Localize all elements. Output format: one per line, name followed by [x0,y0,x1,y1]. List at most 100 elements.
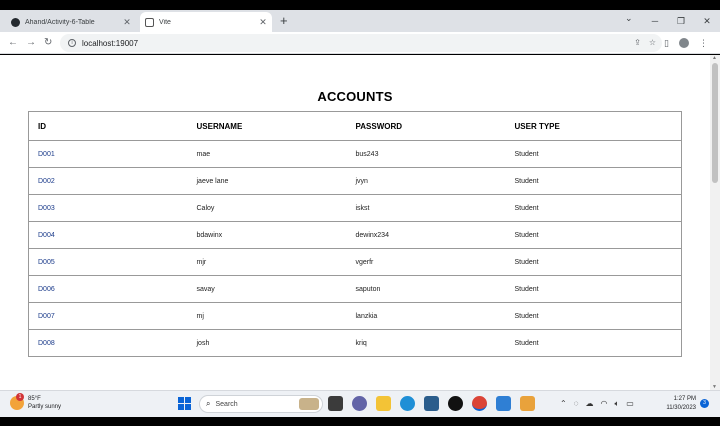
cell-user-type: Student [505,167,682,195]
minimize-icon[interactable]: ─ [642,12,668,30]
column-header-password: PASSWORD [346,111,506,141]
screen: Ahand/Activity-6-Table ✕ Vite ✕ + ⌄ ─ ❐ … [0,0,720,426]
cell-password: saputon [346,275,506,303]
tab-title: Ahand/Activity-6-Table [25,18,95,26]
tab-title: Vite [159,18,171,26]
cell-username: josh [187,329,347,357]
search-placeholder: Search [215,400,238,408]
vscode-icon[interactable] [496,396,511,411]
scroll-thumb[interactable] [712,63,718,183]
cell-id: D002 [28,167,188,195]
cell-user-type: Student [505,194,682,222]
cell-id: D005 [28,248,188,276]
search-highlight-image [299,398,319,410]
cloud-icon[interactable]: ☁ [585,398,593,410]
cell-id: D006 [28,275,188,303]
sidebar-icon[interactable]: ▯ [664,36,669,50]
taskbar-apps [328,396,535,411]
cell-user-type: Student [505,329,682,357]
profile-icon[interactable] [678,38,689,48]
cell-password: kriq [346,329,506,357]
column-header-id: ID [28,111,188,141]
edge-icon[interactable] [400,396,415,411]
close-window-icon[interactable]: ✕ [694,12,720,30]
store-icon[interactable] [424,396,439,411]
file-explorer-icon[interactable] [376,396,391,411]
system-tray: ⌃ ◌ ☁ ◠ 🔈︎ ▭ [560,398,634,410]
tab-vite[interactable]: Vite ✕ [140,12,272,32]
back-icon[interactable]: ← [8,36,18,50]
cell-username: jaeve lane [187,167,347,195]
chevron-down-icon[interactable]: ⌄ [625,13,633,24]
close-icon[interactable]: ✕ [122,17,132,28]
cell-username: mjr [187,248,347,276]
menu-icon[interactable]: ⋮ [699,36,708,50]
clock-time: 1:27 PM [673,396,696,402]
cell-password: bus243 [346,140,506,168]
cell-id: D007 [28,302,188,330]
weather-icon: 1 [10,393,24,410]
star-icon[interactable]: ☆ [649,36,656,50]
tab-strip: Ahand/Activity-6-Table ✕ Vite ✕ + ⌄ ─ ❐ … [0,10,720,32]
wifi-icon[interactable]: ◠ [600,398,607,410]
cell-username: bdawinx [187,221,347,249]
battery-icon[interactable]: ▭ [626,398,634,410]
cell-user-type: Student [505,302,682,330]
url-text: localhost:19007 [82,38,139,48]
table-row: D006 savay saputon Student [28,275,682,303]
page-viewport: ACCOUNTS ID USERNAME PASSWORD USER TYPE … [0,55,720,390]
tiktok-icon[interactable] [448,396,463,411]
cell-user-type: Student [505,248,682,276]
notification-badge[interactable]: 3 [700,399,709,408]
sync-icon[interactable]: ◌ [574,398,579,410]
cell-password: iskst [346,194,506,222]
column-header-user-type: USER TYPE [505,111,682,141]
volume-icon[interactable]: 🔈︎ [614,398,619,410]
close-icon[interactable]: ✕ [258,17,268,28]
cell-username: mj [187,302,347,330]
table-header-row: ID USERNAME PASSWORD USER TYPE [28,111,682,141]
cell-user-type: Student [505,275,682,303]
new-tab-button[interactable]: + [280,13,288,29]
task-view-icon[interactable] [328,396,343,411]
tab-github[interactable]: Ahand/Activity-6-Table ✕ [6,12,136,32]
weather-desc: Partly sunny [28,404,62,410]
cell-password: vgerfr [346,248,506,276]
cell-id: D008 [28,329,188,357]
restore-icon[interactable]: ❐ [668,12,694,30]
weather-badge: 1 [16,393,24,401]
weather-temp: 85°F [28,396,41,402]
cell-id: D004 [28,221,188,249]
taskbar-search[interactable]: ⌕ Search [199,395,323,413]
scroll-up-icon[interactable]: ▲ [712,55,717,61]
table-row: D005 mjr vgerfr Student [28,248,682,276]
table-row: D004 bdawinx dewinx234 Student [28,221,682,249]
clock-date: 11/30/2023 [666,405,696,411]
chevron-up-icon[interactable]: ⌃ [560,398,567,410]
share-icon[interactable]: ⇪ [634,36,641,50]
cell-user-type: Student [505,221,682,249]
page-title: ACCOUNTS [317,89,393,104]
search-icon: ⌕ [206,399,211,408]
page-scrollbar[interactable]: ▲ ▼ [710,55,720,390]
info-icon[interactable]: i [68,39,76,47]
chat-icon[interactable] [352,396,367,411]
weather-widget[interactable]: 1 85°F Partly sunny [10,393,62,411]
cell-username: savay [187,275,347,303]
table-row: D001 mae bus243 Student [28,140,682,168]
app-icon[interactable] [520,396,535,411]
taskbar: 1 85°F Partly sunny ⌕ Search ⌃ ◌ ☁ ◠ 🔈︎ … [0,390,720,417]
cell-id: D001 [28,140,188,168]
clock[interactable]: 1:27 PM 11/30/2023 [652,395,696,413]
reload-icon[interactable]: ↻ [44,36,52,50]
windows-start-icon[interactable] [178,397,191,410]
chrome-icon[interactable] [472,396,487,411]
table-row: D003 Caloy iskst Student [28,194,682,222]
window-controls: ─ ❐ ✕ [642,12,720,30]
table-row: D002 jaeve lane jvyn Student [28,167,682,195]
table-row: D007 mj lanzkia Student [28,302,682,330]
address-bar[interactable]: i localhost:19007 ⇪ ☆ [60,34,662,52]
vite-icon [145,17,154,27]
cell-username: mae [187,140,347,168]
forward-icon[interactable]: → [26,36,36,50]
